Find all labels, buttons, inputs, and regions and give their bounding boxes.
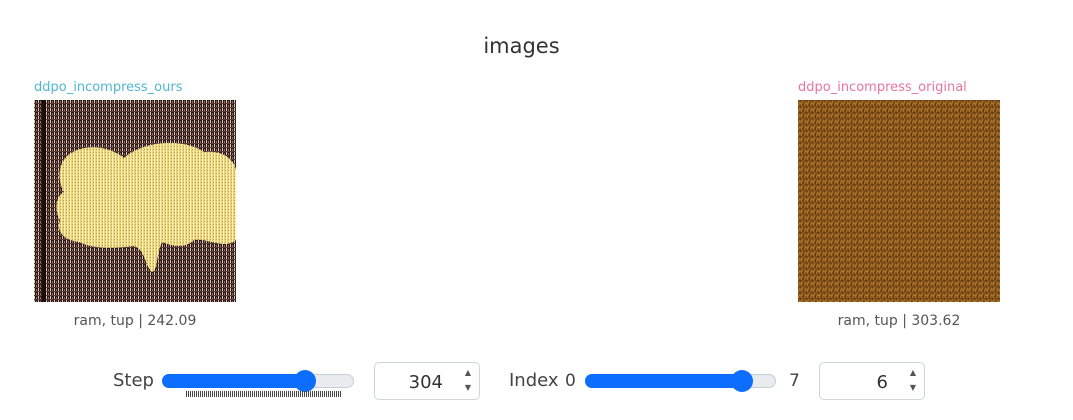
index-min-label: 0 <box>565 371 576 391</box>
step-number-input[interactable]: 304 ▲ ▼ <box>374 362 480 400</box>
image-thumbnail-ours[interactable] <box>34 100 236 302</box>
index-value: 6 <box>876 372 888 393</box>
step-slider-handle[interactable] <box>294 370 316 392</box>
step-increment-icon[interactable]: ▲ <box>463 368 473 378</box>
index-slider[interactable] <box>585 370 776 392</box>
index-slider-handle[interactable] <box>731 370 753 392</box>
index-max-label: 7 <box>789 371 800 391</box>
step-slider-fill <box>162 374 310 388</box>
run-label-original: ddpo_incompress_original <box>798 80 967 95</box>
step-slider-ticks <box>186 391 342 397</box>
image-caption-original: ram, tup | 303.62 <box>837 313 961 329</box>
index-number-input[interactable]: 6 ▲ ▼ <box>819 362 925 400</box>
panel-title: images <box>483 34 560 58</box>
index-decrement-icon[interactable]: ▼ <box>908 383 918 393</box>
index-slider-fill <box>585 374 747 388</box>
step-label: Step <box>113 370 154 391</box>
run-label-ours: ddpo_incompress_ours <box>34 80 183 95</box>
index-increment-icon[interactable]: ▲ <box>908 368 918 378</box>
index-label: Index <box>509 370 559 391</box>
image-thumbnail-original[interactable] <box>798 100 1000 302</box>
image-caption-ours: ram, tup | 242.09 <box>73 313 197 329</box>
step-value: 304 <box>408 372 443 393</box>
step-decrement-icon[interactable]: ▼ <box>463 383 473 393</box>
step-slider[interactable] <box>162 370 354 392</box>
